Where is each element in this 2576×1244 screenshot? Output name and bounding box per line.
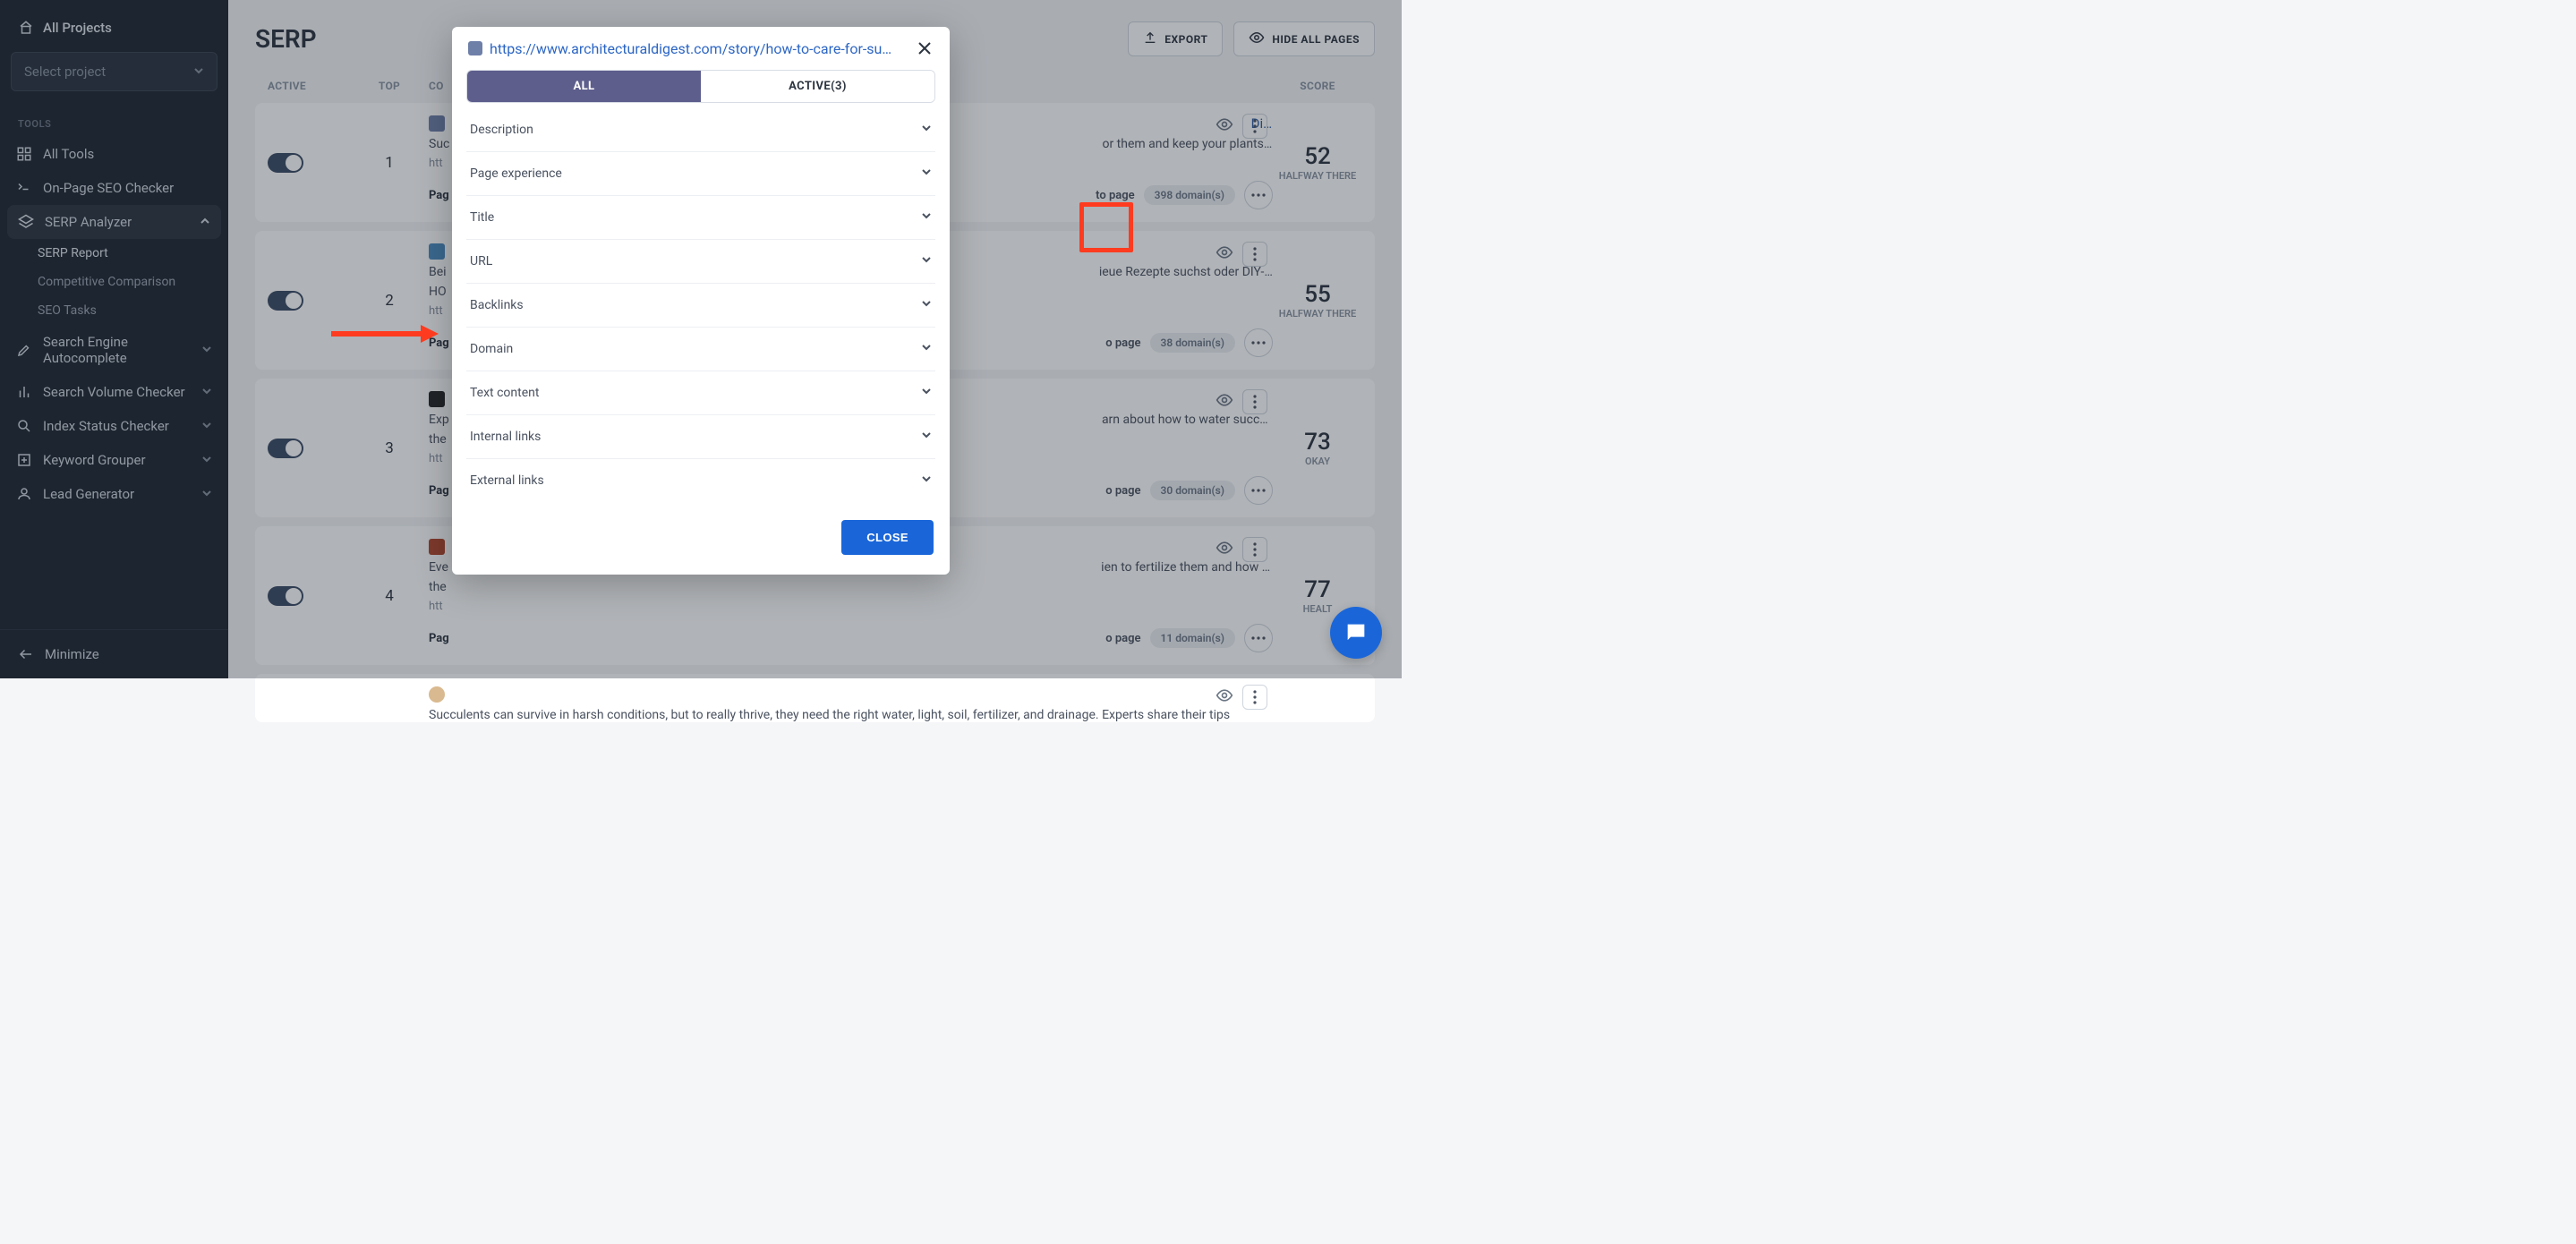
modal-row-backlinks[interactable]: Backlinks [466, 284, 935, 328]
favicon-icon [468, 41, 482, 55]
row-menu-button[interactable] [1242, 685, 1267, 710]
modal-row-label: Text content [470, 386, 539, 400]
modal-row-text-content[interactable]: Text content [466, 371, 935, 415]
chevron-down-icon [921, 430, 932, 444]
modal-row-description[interactable]: Description [466, 108, 935, 152]
modal-row-label: Domain [470, 342, 513, 356]
modal-row-label: Description [470, 123, 533, 137]
modal-row-internal-links[interactable]: Internal links [466, 415, 935, 459]
modal-row-page-experience[interactable]: Page experience [466, 152, 935, 196]
close-icon[interactable] [916, 39, 934, 57]
close-button[interactable]: CLOSE [841, 520, 934, 555]
chevron-down-icon [921, 342, 932, 356]
result-snippet: Succulents can survive in harsh conditio… [429, 708, 1273, 722]
chevron-down-icon [921, 473, 932, 488]
modal-row-label: Title [470, 210, 494, 225]
chevron-down-icon [921, 298, 932, 312]
favicon-icon [429, 686, 445, 703]
modal-row-external-links[interactable]: External links [466, 459, 935, 502]
modal-url[interactable]: https://www.architecturaldigest.com/stor… [490, 40, 916, 57]
chat-widget-button[interactable] [1330, 607, 1382, 659]
modal-tab-active[interactable]: ACTIVE(3) [701, 71, 934, 102]
chevron-down-icon [921, 166, 932, 181]
modal-row-domain[interactable]: Domain [466, 328, 935, 371]
chevron-down-icon [921, 254, 932, 268]
modal-row-label: Internal links [470, 430, 541, 444]
modal-row-label: Page experience [470, 166, 562, 181]
modal-row-title[interactable]: Title [466, 196, 935, 240]
result-row: Succulents can survive in harsh conditio… [255, 674, 1375, 722]
page-details-modal: https://www.architecturaldigest.com/stor… [452, 27, 950, 575]
modal-row-label: URL [470, 254, 492, 268]
eye-icon[interactable] [1215, 686, 1233, 708]
modal-row-url[interactable]: URL [466, 240, 935, 284]
chevron-down-icon [921, 123, 932, 137]
modal-tab-all[interactable]: ALL [467, 71, 701, 102]
modal-row-label: External links [470, 473, 544, 488]
modal-row-label: Backlinks [470, 298, 524, 312]
chevron-down-icon [921, 386, 932, 400]
chevron-down-icon [921, 210, 932, 225]
